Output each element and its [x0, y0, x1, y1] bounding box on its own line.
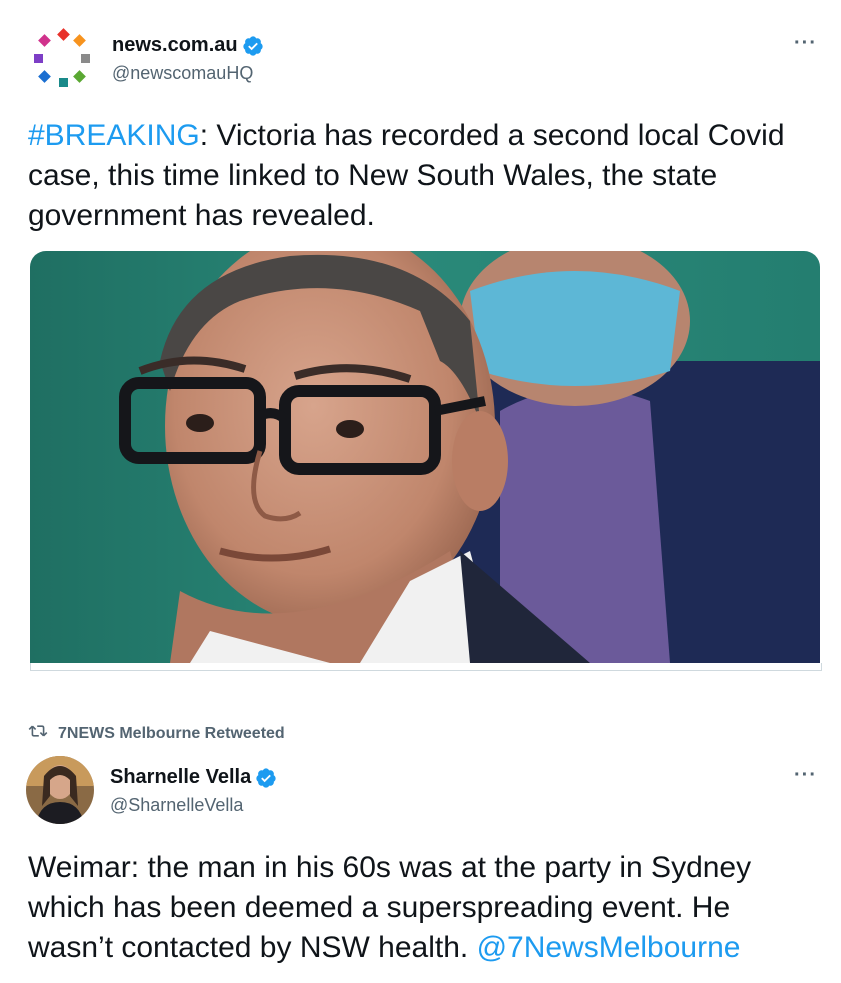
mention-link[interactable]: @7NewsMelbourne	[477, 931, 741, 964]
photo-frame-bottom	[30, 663, 822, 671]
author-name[interactable]: news.com.au	[112, 34, 238, 57]
retweeted-by-label[interactable]: 7NEWS Melbourne Retweeted	[58, 725, 285, 743]
author-name-row: Sharnelle Vella	[110, 766, 277, 789]
sharnelle-avatar[interactable]	[26, 756, 94, 824]
retweet-context: 7NEWS Melbourne Retweeted	[28, 723, 285, 744]
retweet-icon	[28, 723, 58, 744]
author-name-row: news.com.au	[112, 34, 264, 57]
author-handle[interactable]: @newscomauHQ	[112, 63, 253, 84]
tweet-text: Weimar: the man in his 60s was at the pa…	[28, 848, 818, 968]
newscomau-logo-avatar[interactable]	[26, 26, 96, 96]
verified-badge-icon	[256, 767, 276, 788]
more-options-icon[interactable]: ···	[794, 32, 817, 55]
newscomau-logo-icon	[34, 28, 90, 87]
author-name[interactable]: Sharnelle Vella	[110, 766, 251, 789]
tweet-text: #BREAKING: Victoria has recorded a secon…	[28, 116, 818, 236]
photo-image	[30, 251, 820, 663]
more-options-icon[interactable]: ···	[794, 764, 817, 787]
tweet-newscomau: news.com.au @newscomauHQ ··· #BREAKING: …	[0, 0, 841, 690]
profile-photo	[26, 756, 94, 824]
verified-badge-icon	[242, 35, 263, 56]
tweet-sharnelle: 7NEWS Melbourne Retweeted Sharnelle Vell…	[0, 715, 841, 983]
tweet-photo[interactable]	[30, 251, 820, 663]
author-handle[interactable]: @SharnelleVella	[110, 795, 243, 816]
hashtag-link[interactable]: #BREAKING	[28, 119, 200, 152]
